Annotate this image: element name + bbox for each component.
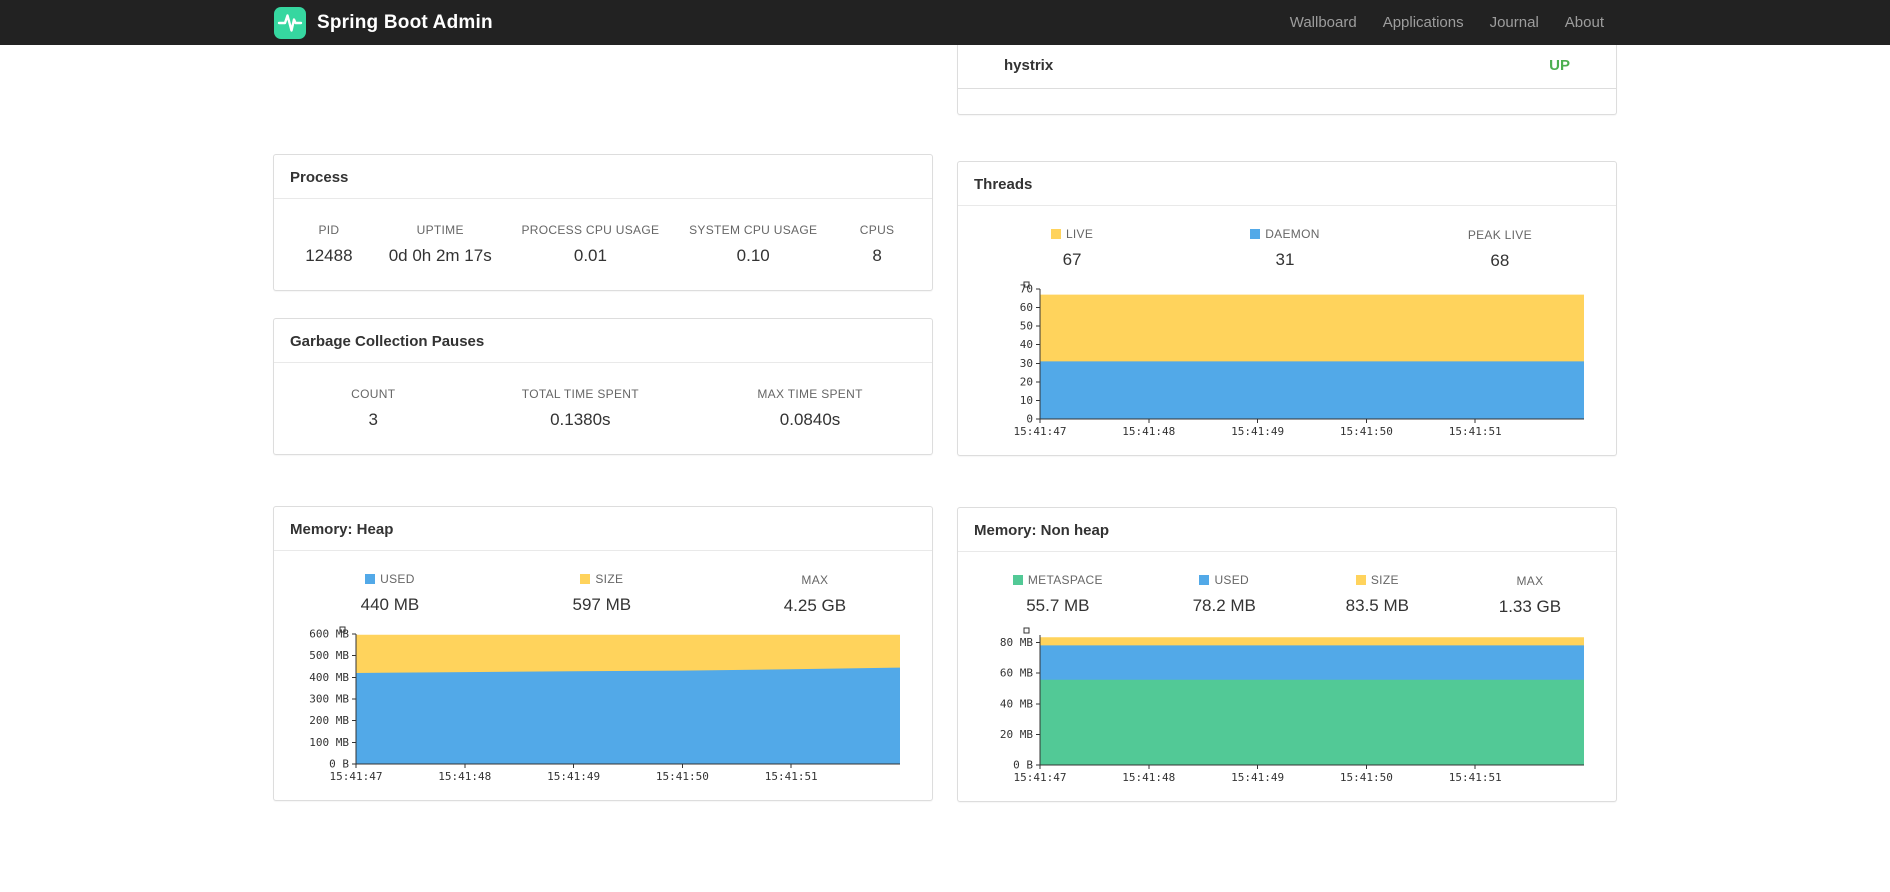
svg-text:300 MB: 300 MB bbox=[309, 693, 349, 706]
memory-heap-panel-title: Memory: Heap bbox=[274, 507, 932, 551]
svg-text:50: 50 bbox=[1020, 320, 1033, 333]
svg-text:15:41:48: 15:41:48 bbox=[1122, 771, 1175, 784]
svg-text:80 MB: 80 MB bbox=[1000, 636, 1033, 649]
health-item-name: hystrix bbox=[1004, 57, 1054, 74]
legend-threads-peak: PEAK LIVE 68 bbox=[1467, 228, 1532, 270]
health-panel: hystrix UP bbox=[957, 45, 1617, 115]
svg-text:30: 30 bbox=[1020, 357, 1033, 370]
legend-nonheap-metaspace: METASPACE 55.7 MB bbox=[1012, 572, 1103, 616]
stat-cpus: CPUS 8 bbox=[859, 223, 895, 265]
navbar-inner: Spring Boot Admin Wallboard Applications… bbox=[273, 6, 1617, 40]
top-navbar: Spring Boot Admin Wallboard Applications… bbox=[0, 0, 1890, 45]
svg-text:15:41:47: 15:41:47 bbox=[330, 770, 383, 783]
legend-swatch-yellow bbox=[1355, 575, 1366, 585]
svg-text:20: 20 bbox=[1020, 375, 1033, 388]
nav-link-wallboard[interactable]: Wallboard bbox=[1277, 14, 1370, 31]
svg-text:15:41:50: 15:41:50 bbox=[1340, 425, 1393, 438]
stat-uptime: UPTIME 0d 0h 2m 17s bbox=[388, 223, 492, 265]
svg-text:15:41:51: 15:41:51 bbox=[765, 770, 818, 783]
svg-text:40 MB: 40 MB bbox=[1000, 697, 1033, 710]
svg-text:600 MB: 600 MB bbox=[309, 628, 349, 641]
health-row: hystrix UP bbox=[958, 45, 1616, 89]
legend-nonheap-used: USED 78.2 MB bbox=[1192, 573, 1256, 615]
stat-process-cpu: PROCESS CPU USAGE 0.01 bbox=[521, 223, 660, 265]
stat-gc-count: COUNT 3 bbox=[351, 387, 396, 429]
svg-text:70: 70 bbox=[1020, 283, 1033, 296]
legend-swatch-blue bbox=[365, 574, 376, 584]
threads-panel: Threads LIVE 67 DAEMON 31 PEAK LIVE 68 0… bbox=[957, 161, 1617, 456]
legend-swatch-yellow bbox=[580, 574, 591, 584]
brand-title: Spring Boot Admin bbox=[317, 11, 493, 33]
svg-text:60: 60 bbox=[1020, 301, 1033, 314]
svg-text:15:41:47: 15:41:47 bbox=[1014, 425, 1067, 438]
legend-swatch-blue bbox=[1250, 229, 1261, 239]
svg-text:15:41:50: 15:41:50 bbox=[1340, 771, 1393, 784]
stat-pid: PID 12488 bbox=[305, 223, 353, 265]
left-column: Process PID 12488 UPTIME 0d 0h 2m 17s PR… bbox=[273, 45, 933, 801]
legend-heap-used: USED 440 MB bbox=[360, 572, 420, 614]
main-content: Process PID 12488 UPTIME 0d 0h 2m 17s PR… bbox=[273, 45, 1617, 802]
nav-link-about[interactable]: About bbox=[1552, 14, 1617, 31]
svg-text:15:41:50: 15:41:50 bbox=[656, 770, 709, 783]
legend-heap-size: SIZE 597 MB bbox=[572, 572, 632, 614]
nav-links: Wallboard Applications Journal About bbox=[1277, 14, 1617, 31]
svg-text:200 MB: 200 MB bbox=[309, 714, 349, 727]
memory-nonheap-panel: Memory: Non heap METASPACE 55.7 MB USED … bbox=[957, 507, 1617, 802]
legend-swatch-blue bbox=[1199, 575, 1210, 585]
status-badge: UP bbox=[1549, 57, 1570, 74]
svg-text:15:41:49: 15:41:49 bbox=[1231, 425, 1284, 438]
right-column: hystrix UP Threads LIVE 67 DAEMON 31 PEA… bbox=[957, 45, 1617, 802]
svg-text:40: 40 bbox=[1020, 338, 1033, 351]
stat-gc-total-time: TOTAL TIME SPENT 0.1380s bbox=[521, 387, 639, 429]
legend-swatch-green bbox=[1012, 575, 1023, 585]
svg-text:15:41:49: 15:41:49 bbox=[1231, 771, 1284, 784]
heap-legend: USED 440 MB SIZE 597 MB MAX 4.25 GB bbox=[274, 551, 932, 620]
brand[interactable]: Spring Boot Admin bbox=[273, 6, 493, 40]
stat-gc-max-time: MAX TIME SPENT 0.0840s bbox=[757, 387, 863, 429]
nav-link-journal[interactable]: Journal bbox=[1477, 14, 1552, 31]
svg-text:500 MB: 500 MB bbox=[309, 649, 349, 662]
svg-text:0: 0 bbox=[1026, 413, 1033, 426]
svg-text:20 MB: 20 MB bbox=[1000, 728, 1033, 741]
process-panel: Process PID 12488 UPTIME 0d 0h 2m 17s PR… bbox=[273, 154, 933, 291]
gc-panel-title: Garbage Collection Pauses bbox=[274, 319, 932, 363]
svg-text:15:41:47: 15:41:47 bbox=[1014, 771, 1067, 784]
legend-swatch-yellow bbox=[1050, 229, 1061, 239]
svg-text:100 MB: 100 MB bbox=[309, 736, 349, 749]
threads-chart: 0 10 20 30 40 50 60 70 15:41:47 15:41:48 15:41:49 1… bbox=[958, 275, 1616, 455]
svg-text:15:41:49: 15:41:49 bbox=[547, 770, 600, 783]
svg-text:0 B: 0 B bbox=[329, 758, 349, 771]
health-panel-footer bbox=[958, 89, 1616, 114]
svg-text:60 MB: 60 MB bbox=[1000, 667, 1033, 680]
stat-system-cpu: SYSTEM CPU USAGE 0.10 bbox=[689, 223, 818, 265]
nonheap-legend: METASPACE 55.7 MB USED 78.2 MB SIZE 83.5… bbox=[958, 552, 1616, 621]
legend-heap-max: MAX 4.25 GB bbox=[783, 573, 847, 615]
legend-nonheap-size: SIZE 83.5 MB bbox=[1345, 573, 1409, 615]
nav-link-applications[interactable]: Applications bbox=[1370, 14, 1477, 31]
legend-threads-live: LIVE 67 bbox=[1042, 226, 1102, 270]
gc-stats: COUNT 3 TOTAL TIME SPENT 0.1380s MAX TIM… bbox=[274, 363, 932, 454]
svg-text:15:41:51: 15:41:51 bbox=[1449, 425, 1502, 438]
memory-nonheap-chart: 0 B 20 MB 40 MB 60 MB 80 MB 15:41:47 15:41:48 1… bbox=[958, 621, 1616, 801]
process-panel-title: Process bbox=[274, 155, 932, 199]
memory-heap-panel: Memory: Heap USED 440 MB SIZE 597 MB MAX… bbox=[273, 506, 933, 801]
pulse-logo-icon bbox=[273, 6, 307, 40]
gc-panel: Garbage Collection Pauses COUNT 3 TOTAL … bbox=[273, 318, 933, 455]
svg-text:400 MB: 400 MB bbox=[309, 671, 349, 684]
svg-text:15:41:48: 15:41:48 bbox=[438, 770, 491, 783]
legend-threads-daemon: DAEMON 31 bbox=[1250, 226, 1319, 270]
memory-heap-chart: 0 B 100 MB 200 MB 300 MB 400 MB 500 MB 600 MB 1… bbox=[274, 620, 932, 800]
svg-text:15:41:48: 15:41:48 bbox=[1122, 425, 1175, 438]
legend-nonheap-max: MAX 1.33 GB bbox=[1498, 574, 1562, 616]
svg-text:10: 10 bbox=[1020, 394, 1033, 407]
process-stats: PID 12488 UPTIME 0d 0h 2m 17s PROCESS CP… bbox=[274, 199, 932, 290]
svg-text:15:41:51: 15:41:51 bbox=[1449, 771, 1502, 784]
threads-legend: LIVE 67 DAEMON 31 PEAK LIVE 68 bbox=[958, 206, 1616, 275]
memory-nonheap-panel-title: Memory: Non heap bbox=[958, 508, 1616, 552]
threads-panel-title: Threads bbox=[958, 162, 1616, 206]
svg-text:0 B: 0 B bbox=[1013, 759, 1033, 772]
